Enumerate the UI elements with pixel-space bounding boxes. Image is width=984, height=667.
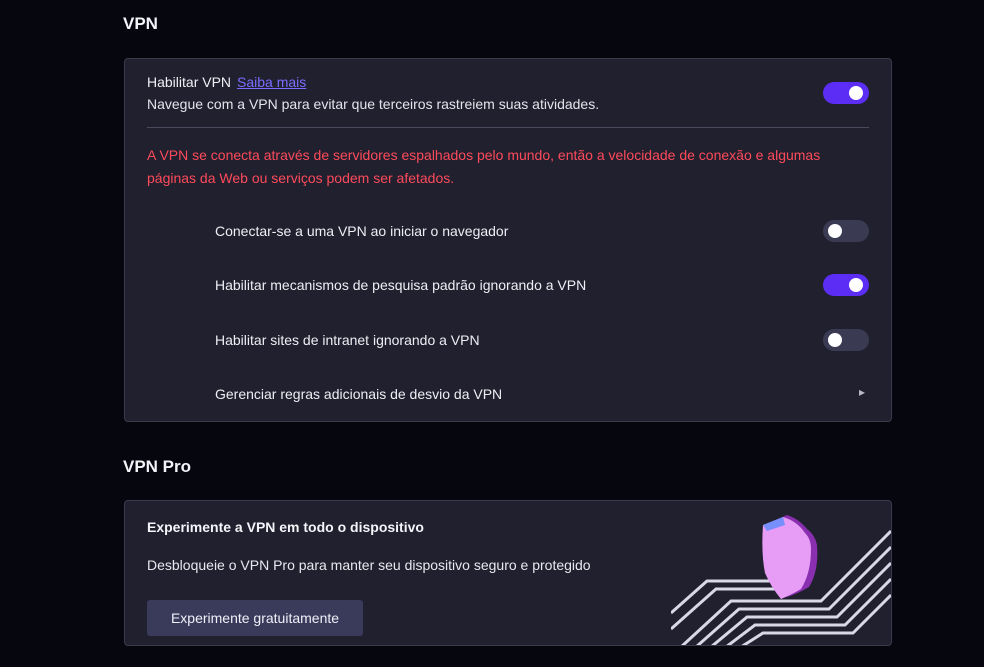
- toggle-knob: [828, 224, 842, 238]
- manage-bypass-rules-label: Gerenciar regras adicionais de desvio da…: [215, 386, 503, 402]
- manage-bypass-rules-row[interactable]: Gerenciar regras adicionais de desvio da…: [215, 379, 869, 409]
- vpn-pro-description: Desbloqueie o VPN Pro para manter seu di…: [147, 557, 591, 573]
- option-search-bypass-row: Habilitar mecanismos de pesquisa padrão …: [215, 270, 869, 300]
- option-intranet-bypass-label: Habilitar sites de intranet ignorando a …: [215, 332, 480, 348]
- enable-vpn-description: Navegue com a VPN para evitar que tercei…: [147, 96, 600, 112]
- connect-on-start-toggle[interactable]: [823, 220, 869, 242]
- shield-icon: [762, 515, 818, 599]
- toggle-knob: [828, 333, 842, 347]
- enable-vpn-toggle[interactable]: [823, 82, 869, 104]
- search-bypass-toggle[interactable]: [823, 274, 869, 296]
- toggle-knob: [849, 86, 863, 100]
- try-free-button[interactable]: Experimente gratuitamente: [147, 600, 363, 636]
- vpn-pro-heading: Experimente a VPN em todo o dispositivo: [147, 519, 424, 535]
- learn-more-link[interactable]: Saiba mais: [237, 74, 306, 90]
- option-search-bypass-label: Habilitar mecanismos de pesquisa padrão …: [215, 277, 587, 293]
- chevron-right-icon: ▸: [858, 385, 865, 399]
- vpn-pro-illustration: [671, 515, 891, 645]
- vpn-settings-card: Habilitar VPN Saiba mais Navegue com a VP…: [124, 58, 892, 422]
- enable-vpn-row: Habilitar VPN Saiba mais: [147, 74, 306, 90]
- option-connect-on-start-label: Conectar-se a uma VPN ao iniciar o naveg…: [215, 223, 509, 239]
- vpn-section-title: VPN: [123, 14, 158, 33]
- option-connect-on-start-row: Conectar-se a uma VPN ao iniciar o naveg…: [215, 216, 869, 246]
- vpn-pro-card: Experimente a VPN em todo o dispositivo …: [124, 500, 892, 646]
- option-intranet-bypass-row: Habilitar sites de intranet ignorando a …: [215, 325, 869, 355]
- vpn-pro-section-title: VPN Pro: [123, 457, 192, 476]
- enable-vpn-label: Habilitar VPN: [147, 74, 232, 90]
- vpn-warning-text: A VPN se conecta através de servidores e…: [147, 147, 821, 186]
- toggle-knob: [849, 278, 863, 292]
- intranet-bypass-toggle[interactable]: [823, 329, 869, 351]
- divider: [147, 127, 869, 128]
